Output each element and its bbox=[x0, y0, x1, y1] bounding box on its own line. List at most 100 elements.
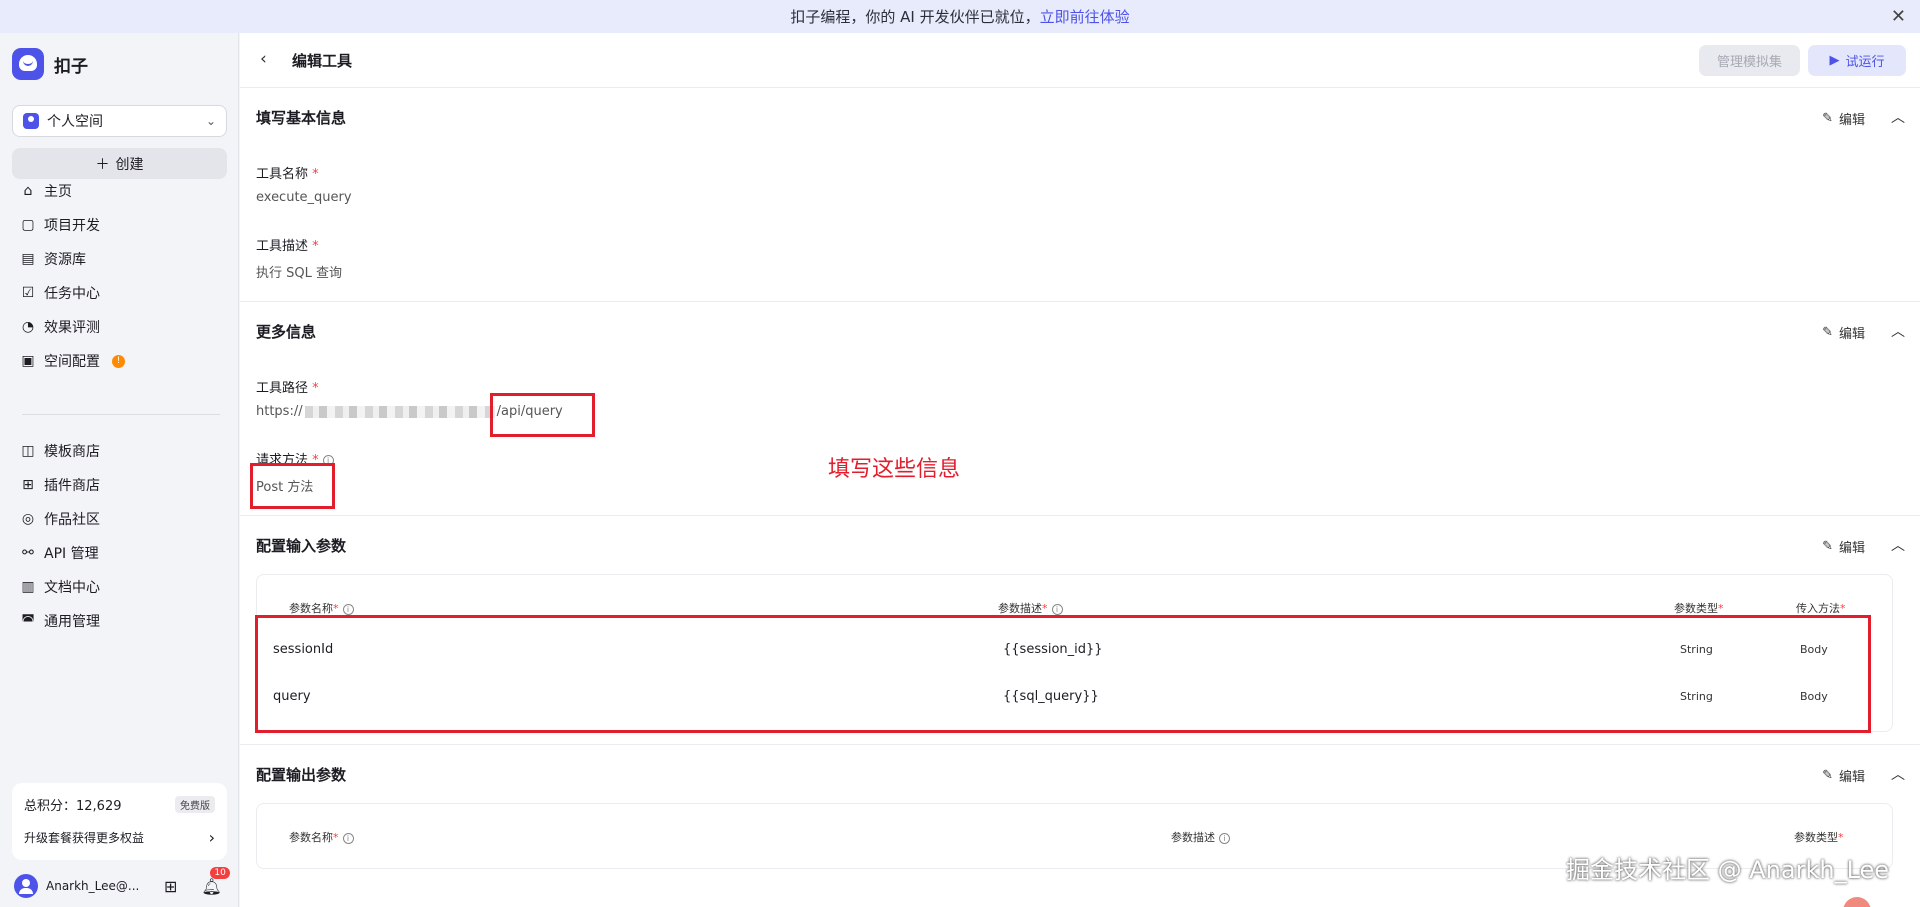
nav-item-library[interactable]: ▤ 资源库 bbox=[12, 242, 227, 276]
nav-label: 资源库 bbox=[44, 252, 86, 268]
plus-icon: ＋ bbox=[95, 156, 110, 173]
banner-link[interactable]: 立即前往体验 bbox=[1040, 6, 1130, 27]
back-icon[interactable]: ‹ bbox=[260, 49, 267, 69]
edit-label: 编辑 bbox=[1838, 327, 1865, 342]
points-card: 总积分：12,629 免费版 升级套餐获得更多权益 › bbox=[12, 783, 227, 860]
brand-name: 扣子 bbox=[54, 56, 88, 77]
upgrade-label: 升级套餐获得更多权益 bbox=[24, 831, 145, 845]
nav-secondary: ◫ 模板商店 ⊞ 插件商店 ◎ 作品社区 ⚯ API 管理 ▥ 文档中心 ◚ 通… bbox=[12, 434, 227, 638]
edit-icon: ✎ bbox=[1822, 539, 1833, 554]
column-header-type: 参数类型* bbox=[1674, 602, 1724, 615]
edit-icon: ✎ bbox=[1822, 768, 1833, 783]
nav-item-api[interactable]: ⚯ API 管理 bbox=[12, 536, 227, 570]
input-params-table: 参数名称* i 参数描述* i 参数类型* 传入方法* sessionId {{se… bbox=[256, 574, 1893, 732]
task-icon: ☑ bbox=[21, 285, 35, 301]
doc-icon: ▥ bbox=[21, 579, 35, 595]
nav-label: 主页 bbox=[44, 184, 72, 200]
library-icon: ▤ bbox=[21, 251, 35, 267]
bell-icon[interactable]: 🔔︎ 10 bbox=[201, 866, 230, 896]
edit-button[interactable]: ✎ 编辑 bbox=[1822, 323, 1865, 342]
nav-label: 通用管理 bbox=[44, 614, 100, 630]
top-banner: 扣子编程，你的 AI 开发伙伴已就位， 立即前往体验 ✕ bbox=[0, 0, 1920, 33]
column-header-desc: 参数描述 i bbox=[1171, 829, 1230, 845]
annotation-text: 填写这些信息 bbox=[828, 457, 961, 482]
close-icon[interactable]: ✕ bbox=[1891, 6, 1906, 27]
nav-item-evaluation[interactable]: ◔ 效果评测 bbox=[12, 310, 227, 344]
username[interactable]: Anarkh_Lee@... bbox=[46, 879, 142, 893]
points-total: 总积分：12,629 bbox=[24, 799, 122, 814]
link-icon: ⚯ bbox=[22, 545, 34, 561]
edit-button[interactable]: ✎ 编辑 bbox=[1822, 109, 1865, 128]
column-header-desc: 参数描述* i bbox=[998, 600, 1063, 616]
config-icon: ▣ bbox=[21, 353, 35, 369]
info-icon: i bbox=[322, 455, 334, 466]
nav-main: ⌂ 主页 ▢ 项目开发 ▤ 资源库 ☑ 任务中心 ◔ 效果评测 ▣ 空间配置 ! bbox=[12, 174, 227, 378]
upgrade-link[interactable]: 升级套餐获得更多权益 › bbox=[24, 828, 215, 847]
main-content: ‹ 编辑工具 管理模拟集 ▶ 试运行 填写基本信息 ✎ 编辑 ︿ 工具名称 * … bbox=[240, 33, 1920, 907]
page-title: 编辑工具 bbox=[292, 52, 353, 70]
section-title: 更多信息 bbox=[256, 323, 317, 341]
param-desc: {{session_id}} bbox=[1003, 642, 1103, 657]
avatar[interactable] bbox=[14, 874, 38, 898]
plugin-icon: ⊞ bbox=[22, 477, 34, 493]
column-header-name: 参数名称* i bbox=[289, 829, 354, 845]
column-header-name: 参数名称* i bbox=[289, 600, 354, 616]
brand[interactable]: 扣子 bbox=[12, 48, 88, 80]
grid-icon[interactable]: ⊞ bbox=[164, 877, 177, 896]
nav-item-space-config[interactable]: ▣ 空间配置 ! bbox=[12, 344, 227, 378]
nav-item-templates[interactable]: ◫ 模板商店 bbox=[12, 434, 227, 468]
gauge-icon: ◔ bbox=[21, 319, 35, 335]
plan-badge: 免费版 bbox=[175, 796, 215, 813]
chevron-up-icon[interactable]: ︿ bbox=[1891, 535, 1905, 555]
chevron-up-icon[interactable]: ︿ bbox=[1891, 764, 1905, 784]
nav-label: API 管理 bbox=[44, 546, 99, 562]
create-label: 创建 bbox=[115, 156, 144, 173]
page-header: ‹ 编辑工具 管理模拟集 ▶ 试运行 bbox=[240, 33, 1920, 88]
section-basic-info: 填写基本信息 ✎ 编辑 ︿ 工具名称 * execute_query 工具描述 … bbox=[240, 89, 1920, 302]
param-method: Body bbox=[1800, 643, 1828, 656]
banner-text: 扣子编程，你的 AI 开发伙伴已就位， bbox=[790, 8, 1040, 26]
inbox-icon: ◚ bbox=[21, 613, 35, 629]
project-icon: ▢ bbox=[21, 217, 35, 233]
param-desc: {{sql_query}} bbox=[1003, 689, 1099, 704]
chevron-up-icon[interactable]: ︿ bbox=[1891, 107, 1905, 127]
edit-label: 编辑 bbox=[1838, 541, 1865, 556]
chevron-down-icon: ⌄ bbox=[205, 114, 216, 128]
field-value-desc: 执行 SQL 查询 bbox=[256, 266, 342, 281]
edit-label: 编辑 bbox=[1838, 113, 1865, 128]
nav-item-projects[interactable]: ▢ 项目开发 bbox=[12, 208, 227, 242]
nav-label: 空间配置 bbox=[44, 354, 100, 370]
nav-label: 项目开发 bbox=[44, 218, 100, 234]
column-header-method: 传入方法* bbox=[1796, 602, 1846, 615]
param-method: Body bbox=[1800, 690, 1828, 703]
param-name: query bbox=[273, 689, 311, 704]
nav-label: 插件商店 bbox=[44, 478, 100, 494]
test-run-button[interactable]: ▶ 试运行 bbox=[1808, 45, 1906, 76]
nav-item-tasks[interactable]: ☑ 任务中心 bbox=[12, 276, 227, 310]
edit-button[interactable]: ✎ 编辑 bbox=[1822, 766, 1865, 785]
section-more-info: 更多信息 ✎ 编辑 ︿ 工具路径 * https:///api/query 请求… bbox=[240, 303, 1920, 516]
nav-item-home[interactable]: ⌂ 主页 bbox=[12, 174, 227, 208]
nav-item-community[interactable]: ◎ 作品社区 bbox=[12, 502, 227, 536]
nav-label: 作品社区 bbox=[44, 512, 100, 528]
nav-divider bbox=[22, 414, 220, 415]
space-name: 个人空间 bbox=[47, 114, 103, 130]
logo-icon bbox=[12, 48, 44, 80]
manage-mock-button[interactable]: 管理模拟集 bbox=[1699, 45, 1800, 76]
field-value-name: execute_query bbox=[256, 190, 352, 205]
chevron-right-icon: › bbox=[208, 828, 215, 847]
planet-icon: ◎ bbox=[21, 511, 35, 527]
nav-item-plugins[interactable]: ⊞ 插件商店 bbox=[12, 468, 227, 502]
section-input-params: 配置输入参数 ✎ 编辑 ︿ 参数名称* i 参数描述* i 参数类型* 传入方法* … bbox=[240, 517, 1920, 745]
chevron-up-icon[interactable]: ︿ bbox=[1891, 321, 1905, 341]
edit-icon: ✎ bbox=[1822, 325, 1833, 340]
space-selector[interactable]: 个人空间 ⌄ bbox=[12, 105, 227, 137]
sidebar: 扣子 个人空间 ⌄ ＋ 创建 ⌂ 主页 ▢ 项目开发 ▤ 资源库 ☑ 任务中心 … bbox=[0, 33, 239, 907]
nav-item-docs[interactable]: ▥ 文档中心 bbox=[12, 570, 227, 604]
nav-label: 模板商店 bbox=[44, 444, 100, 460]
nav-item-general[interactable]: ◚ 通用管理 bbox=[12, 604, 227, 638]
nav-label: 任务中心 bbox=[44, 286, 100, 302]
edit-button[interactable]: ✎ 编辑 bbox=[1822, 537, 1865, 556]
user-bar: Anarkh_Lee@... ⊞ 🔔︎ 10 bbox=[14, 866, 230, 901]
param-type: String bbox=[1680, 690, 1713, 703]
